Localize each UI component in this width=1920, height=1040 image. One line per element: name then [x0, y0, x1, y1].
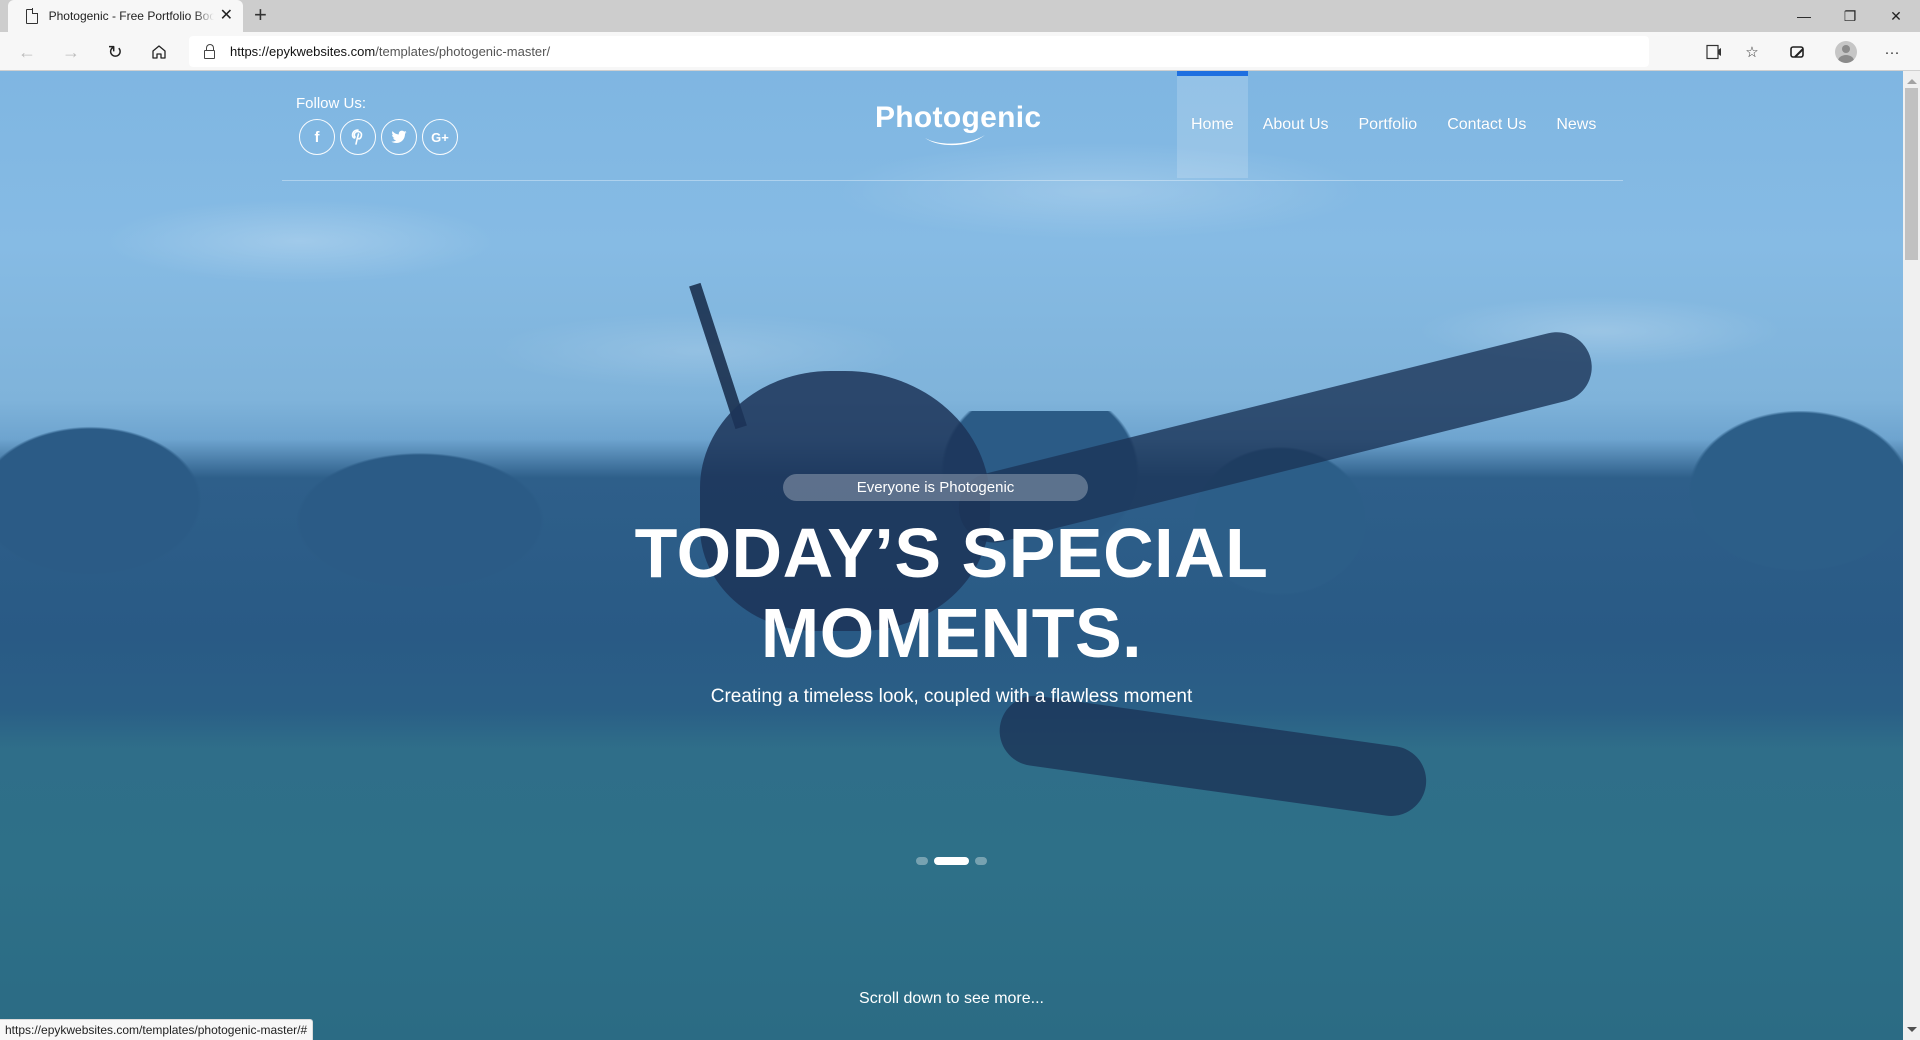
collections-icon[interactable] [1786, 40, 1810, 64]
slide-dot-2[interactable] [934, 857, 969, 865]
header-divider [282, 180, 1623, 181]
close-icon[interactable]: ✕ [220, 8, 233, 24]
twitter-icon[interactable] [381, 119, 417, 155]
slider-pagination [916, 857, 987, 865]
logo-text: Photogenic [875, 101, 1042, 134]
nav-home[interactable]: Home [1177, 71, 1248, 178]
profile-button[interactable] [1834, 40, 1858, 64]
lock-icon[interactable] [204, 43, 215, 59]
minimize-button[interactable]: — [1781, 0, 1827, 32]
follow-us-label: Follow Us: [296, 95, 367, 112]
arrow-left-icon[interactable]: ← [15, 40, 39, 64]
pinterest-icon[interactable] [340, 119, 376, 155]
page-scrollbar[interactable] [1903, 71, 1920, 1040]
logo-smile-icon [925, 135, 985, 146]
url-text[interactable]: https://epykwebsites.com/templates/photo… [230, 44, 550, 59]
tab-title: Photogenic - Free Portfolio Bootstrap Te… [48, 9, 214, 23]
hero-tagline: Everyone is Photogenic [783, 474, 1088, 501]
slide-dot-3[interactable] [975, 857, 987, 865]
browser-tab[interactable]: Photogenic - Free Portfolio Bootstrap Te… [8, 0, 243, 32]
nav-news[interactable]: News [1541, 71, 1611, 178]
browser-toolbar: ← → ↻ https://epykwebsites.com/templates… [0, 32, 1920, 71]
new-tab-button[interactable]: + [254, 4, 267, 26]
scroll-down-arrow-icon[interactable] [1907, 1027, 1917, 1032]
hero-section: Follow Us: f G+ Photogenic Home About Us… [0, 71, 1903, 1040]
scroll-down-link[interactable]: Scroll down to see more... [0, 990, 1903, 1008]
slide-dot-1[interactable] [916, 857, 928, 865]
hero-headline-line1: TODAY’S SPECIAL [634, 514, 1269, 592]
refresh-icon[interactable]: ↻ [103, 40, 127, 64]
page-icon [26, 8, 38, 24]
nav-portfolio[interactable]: Portfolio [1344, 71, 1433, 178]
star-plus-icon[interactable]: ☆ [1740, 40, 1764, 64]
hero-headline-line2: MOMENTS. [760, 594, 1143, 672]
avatar-icon [1835, 41, 1857, 63]
facebook-icon[interactable]: f [299, 119, 335, 155]
browser-tab-bar: Photogenic - Free Portfolio Bootstrap Te… [0, 0, 1920, 32]
hero-subtitle: Creating a timeless look, coupled with a… [710, 686, 1193, 707]
scroll-up-arrow-icon[interactable] [1907, 79, 1917, 84]
google-plus-icon[interactable]: G+ [422, 119, 458, 155]
site-logo[interactable]: Photogenic [875, 101, 1042, 151]
home-icon[interactable] [147, 40, 171, 64]
address-bar[interactable]: https://epykwebsites.com/templates/photo… [189, 36, 1649, 67]
arrow-right-icon[interactable]: → [59, 40, 83, 64]
scrollbar-thumb[interactable] [1905, 88, 1918, 260]
status-bar-url: https://epykwebsites.com/templates/photo… [0, 1019, 314, 1040]
social-links: f G+ [299, 119, 458, 155]
nav-about-us[interactable]: About Us [1248, 71, 1344, 178]
nav-contact-us[interactable]: Contact Us [1432, 71, 1541, 178]
restore-button[interactable]: ❐ [1827, 0, 1873, 32]
more-icon[interactable]: ··· [1880, 40, 1904, 64]
window-close-button[interactable]: ✕ [1873, 0, 1919, 32]
main-nav: Home About Us Portfolio Contact Us News [1177, 71, 1611, 178]
read-aloud-icon[interactable] [1703, 40, 1727, 64]
